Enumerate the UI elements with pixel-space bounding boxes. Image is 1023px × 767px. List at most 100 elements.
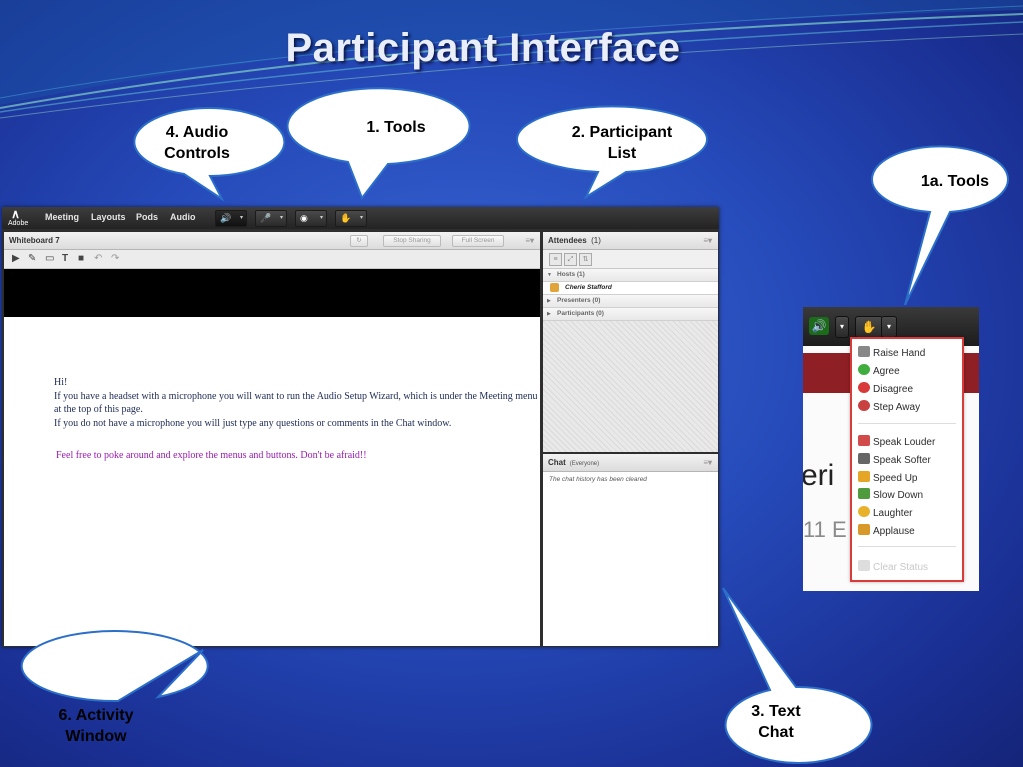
speaker-icon: 🔊 [809,317,829,335]
eraser-icon[interactable]: ▭ [45,253,54,265]
menu-layouts[interactable]: Layouts [91,212,126,222]
hosts-group[interactable]: ▼ Hosts (1) [543,269,718,282]
step-away-icon [858,400,870,411]
laughter-icon [858,506,870,517]
whiteboard-line: If you do not have a microphone you will… [54,417,452,429]
background-text: eri [803,459,835,492]
callout-tools: 1. Tools [366,119,426,136]
pointer-icon[interactable]: ▶ [12,253,20,265]
clear-status-icon [858,560,870,571]
attendee-row[interactable]: Cherie Stafford [543,282,718,295]
sync-button[interactable]: ↻ [350,235,368,247]
menu-item-slow-down[interactable]: Slow Down [858,488,923,502]
collapsed-triangle-icon: ▶ [547,298,551,304]
whiteboard-toolbar: ▶ ✎ ▭ T ■ ↶ ↷ [4,250,540,269]
menu-separator [858,546,956,547]
text-icon[interactable]: T [62,253,68,265]
expanded-triangle-icon: ▼ [547,272,552,278]
attendees-toolbar: ≡ ⤢ ⇅ [543,250,718,269]
chat-message: The chat history has been cleared [549,476,647,483]
participants-group[interactable]: ▶ Participants (0) [543,308,718,321]
menu-meeting[interactable]: Meeting [45,212,79,222]
chevron-down-icon: ▾ [359,215,363,221]
raise-hand-icon [858,346,870,357]
speed-up-icon [858,471,870,482]
whiteboard-line: at the top of this page. [54,404,143,415]
pod-options-icon[interactable]: ≡▾ [703,232,712,249]
callout-audio-controls: 4. Audio Controls [164,124,230,162]
callout-text-chat: 3. Text Chat [751,703,801,741]
pen-icon[interactable]: ✎ [28,253,36,265]
callout-tools-1a: 1a. Tools [920,173,990,190]
raise-hand-icon: ✋ [340,213,352,223]
webcam-button[interactable]: ◉ ▾ [295,210,327,227]
menu-bar: ∧ Adobe Meeting Layouts Pods Audio 🔊 ▾ 🎤 … [2,207,719,229]
attendee-name: Cherie Stafford [565,284,612,291]
chat-title: Chat (Everyone) [548,458,600,467]
presenters-group[interactable]: ▶ Presenters (0) [543,295,718,308]
whiteboard-line: Hi! [54,377,68,388]
status-button[interactable]: ✋ ▾ [335,210,367,227]
sort-icon[interactable]: ⇅ [579,253,592,266]
menu-item-disagree[interactable]: Disagree [858,382,913,396]
callout-participant-list: 2. Participant List [571,124,673,162]
status-dropdown-menu: Raise Hand Agree Disagree Step Away Spea… [850,337,964,582]
menu-audio[interactable]: Audio [170,212,196,222]
whiteboard-black-band [4,269,540,317]
menu-item-laughter[interactable]: Laughter [858,506,912,520]
chevron-down-icon: ▾ [239,215,243,221]
menu-item-speak-louder[interactable]: Speak Louder [858,435,935,449]
pod-options-icon[interactable]: ≡▾ [525,232,534,249]
menu-item-speak-softer[interactable]: Speak Softer [858,453,931,467]
speak-louder-icon [858,435,870,446]
menu-item-step-away[interactable]: Step Away [858,400,920,414]
menu-pods[interactable]: Pods [136,212,158,222]
speak-softer-icon [858,453,870,464]
tools-bubble [286,87,471,201]
chevron-down-icon: ▾ [279,215,283,221]
callout-activity-window: 6. Activity Window [58,707,134,745]
status-menu-zoom-inset: 🔊 ▾ ✋ ▾ eri 11 E Raise Hand Agree Disagr… [803,307,979,591]
redo-icon[interactable]: ↷ [111,253,119,265]
whiteboard-text: Hi! If you have a headset with a microph… [54,376,540,430]
chat-pod: Chat (Everyone) ≡▾ The chat history has b… [543,454,718,646]
menu-item-clear-status: Clear Status [858,560,928,574]
attendees-empty-area [543,321,718,452]
list-view-icon[interactable]: ≡ [549,253,562,266]
shape-icon[interactable]: ■ [78,253,84,265]
menu-item-speed-up[interactable]: Speed Up [858,471,917,485]
full-screen-button[interactable]: Full Screen [452,235,504,247]
whiteboard-header: Whiteboard 7 ↻ Stop Sharing Full Screen … [4,232,540,250]
expand-icon[interactable]: ⤢ [564,253,577,266]
undo-icon[interactable]: ↶ [94,253,102,265]
menu-item-agree[interactable]: Agree [858,364,900,378]
menu-item-applause[interactable]: Applause [858,524,915,538]
background-text: 11 E [803,517,847,542]
microphone-icon: 🎤 [260,213,272,223]
adobe-connect-window: ∧ Adobe Meeting Layouts Pods Audio 🔊 ▾ 🎤 … [2,207,719,647]
whiteboard-line: If you have a headset with a microphone … [54,390,538,402]
agree-icon [858,364,870,375]
slow-down-icon [858,488,870,499]
speaker-button[interactable]: 🔊 ▾ [215,210,247,227]
stop-sharing-button[interactable]: Stop Sharing [383,235,441,247]
whiteboard-pod: Whiteboard 7 ↻ Stop Sharing Full Screen … [4,232,540,646]
whiteboard-title: Whiteboard 7 [9,236,60,245]
webcam-icon: ◉ [300,213,308,223]
chat-header: Chat (Everyone) ≡▾ [543,454,718,472]
collapsed-triangle-icon: ▶ [547,311,551,317]
chevron-down-icon: ▾ [835,316,849,338]
microphone-button[interactable]: 🎤 ▾ [255,210,287,227]
attendees-title: Attendees (1) [548,236,601,245]
raise-hand-icon[interactable]: ✋ [855,316,883,338]
whiteboard-highlight-text: Feel free to poke around and explore the… [56,450,367,461]
adobe-logo: ∧ Adobe [8,207,29,227]
menu-separator [858,423,956,424]
attendees-header: Attendees (1) ≡▾ [543,232,718,250]
applause-icon [858,524,870,535]
menu-item-raise-hand[interactable]: Raise Hand [858,346,925,360]
chevron-down-icon: ▾ [319,215,323,221]
pod-options-icon[interactable]: ≡▾ [703,454,712,471]
slide-title: Participant Interface [285,26,681,70]
host-icon [550,283,559,292]
